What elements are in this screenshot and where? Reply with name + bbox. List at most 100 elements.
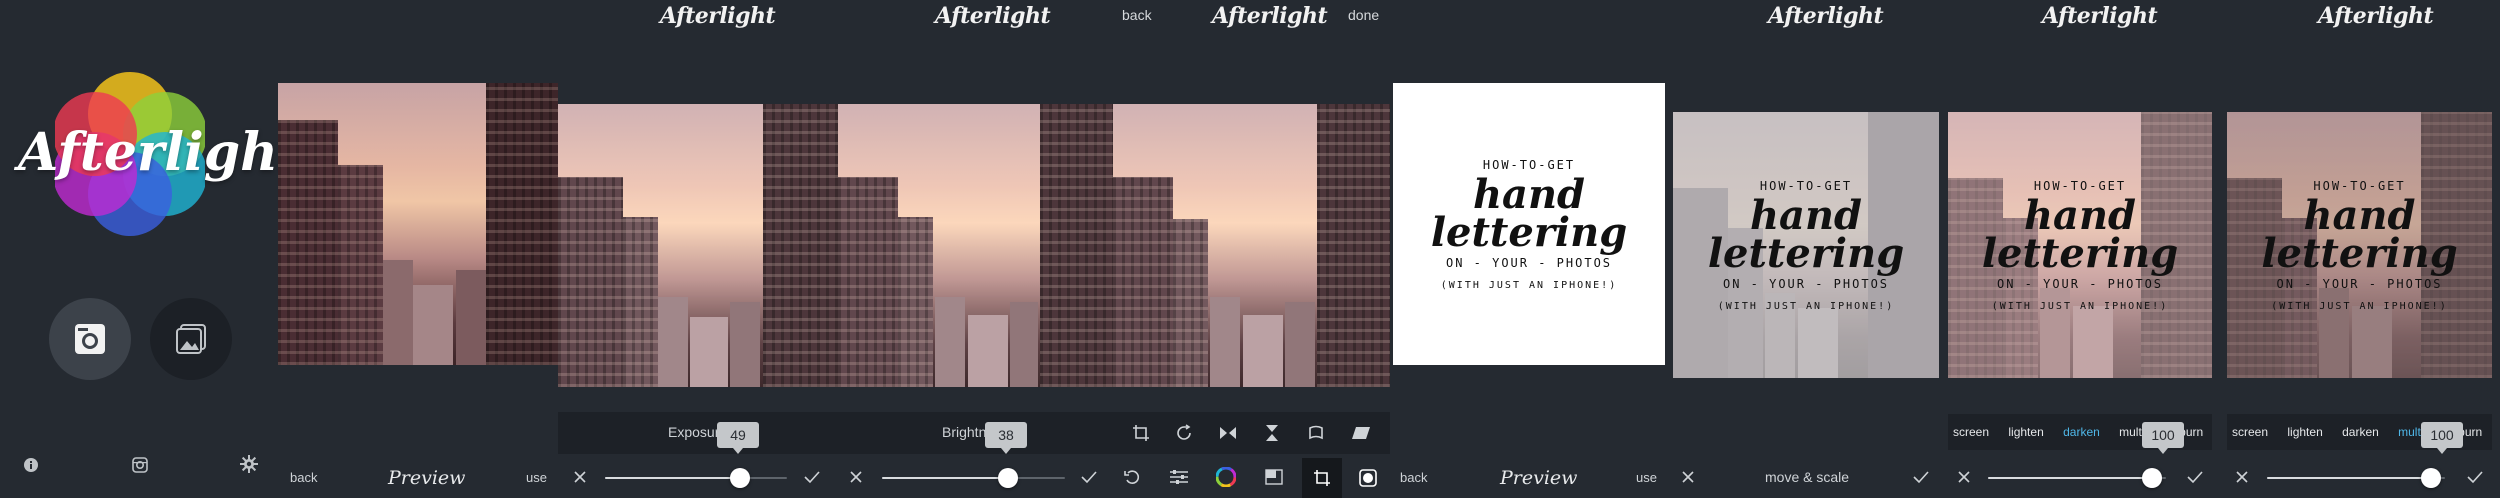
photo-transform — [1113, 104, 1390, 387]
back-button[interactable]: back — [1122, 7, 1152, 23]
opacity-slider-fill — [1988, 477, 2152, 479]
crop-tool-button[interactable] — [1131, 423, 1151, 443]
blend-mode-lighten[interactable]: lighten — [2008, 425, 2043, 439]
close-icon — [1958, 471, 1970, 483]
lettering-line-5: (WITH JUST AN IPHONE!) — [1717, 300, 1895, 312]
undo-icon — [1124, 470, 1140, 484]
done-button[interactable]: done — [1348, 7, 1379, 23]
photo-brightness — [838, 104, 1113, 387]
lettering-line-3: lettering — [1430, 208, 1628, 256]
lettering-line-5: (WITH JUST AN IPHONE!) — [2271, 300, 2448, 312]
transform-toolbar — [1113, 412, 1390, 454]
crop-icon — [1133, 425, 1149, 441]
opacity-slider-knob[interactable] — [2421, 468, 2441, 488]
photo-library-button[interactable] — [150, 298, 232, 380]
cancel-button[interactable] — [848, 469, 864, 485]
flip-horizontal-button[interactable] — [1218, 423, 1238, 443]
lettering-line-1: HOW-TO-GET — [2033, 178, 2127, 193]
info-button[interactable] — [22, 456, 40, 474]
opacity-slider-knob[interactable] — [2142, 468, 2162, 488]
use-button[interactable]: use — [1636, 470, 1657, 485]
info-icon — [24, 458, 38, 472]
close-icon — [574, 471, 586, 483]
photo-preview — [278, 83, 558, 365]
brightness-label: Brightness — [942, 424, 990, 440]
opacity-value-bubble: 100 — [2421, 422, 2463, 454]
perspective-icon — [1352, 427, 1370, 439]
lettering-line-3: lettering — [2261, 229, 2458, 277]
double-exposure-move-photo: HOW-TO-GET hand lettering ON - YOUR - PH… — [1673, 112, 1939, 378]
lettering-line-3: lettering — [1707, 229, 1905, 277]
frames-icon — [1265, 469, 1283, 485]
undo-button[interactable] — [1123, 468, 1141, 486]
app-title: Afterlight — [935, 3, 1051, 29]
double-exposure-button[interactable] — [1358, 468, 1378, 488]
settings-button[interactable] — [240, 455, 258, 473]
double-exposure-icon — [1359, 469, 1377, 487]
opacity-value-bubble: 100 — [2142, 422, 2184, 454]
blend-mode-screen[interactable]: screen — [2232, 425, 2268, 439]
lettering-line-1: HOW-TO-GET — [2313, 178, 2406, 193]
adjust-icon — [1170, 470, 1188, 484]
flip-vertical-icon — [1266, 425, 1278, 441]
lettering-line-2: hand — [1749, 191, 1863, 239]
preview-title: Preview — [388, 467, 466, 489]
lettering-line-3: lettering — [1981, 229, 2179, 277]
use-button[interactable]: use — [526, 470, 547, 485]
confirm-button[interactable] — [2466, 468, 2484, 486]
lettering-line-2: hand — [1472, 170, 1586, 218]
logo-wordmark: Afterlight — [18, 122, 302, 183]
lettering-line-2: hand — [2303, 191, 2416, 239]
crop-tab-button[interactable] — [1312, 468, 1332, 488]
lettering-line-4: ON - YOUR - PHOTOS — [2276, 276, 2443, 291]
exposure-slider-knob[interactable] — [730, 468, 750, 488]
brightness-slider-knob[interactable] — [998, 468, 1018, 488]
preview-title: Preview — [1500, 467, 1578, 489]
perspective-tool-button[interactable] — [1350, 423, 1372, 443]
filters-button[interactable] — [1216, 467, 1236, 487]
app-title: Afterlight — [2042, 3, 2158, 29]
confirm-button[interactable] — [1912, 468, 1930, 486]
back-button[interactable]: back — [1400, 470, 1427, 485]
checkmark-icon — [804, 471, 820, 484]
app-title: Afterlight — [660, 3, 776, 29]
lettering-line-4: ON - YOUR - PHOTOS — [1445, 255, 1613, 270]
checkmark-icon — [2467, 471, 2483, 484]
lettering-line-4: ON - YOUR - PHOTOS — [1722, 276, 1890, 291]
cancel-button[interactable] — [2234, 469, 2250, 485]
opacity-slider-fill — [2267, 477, 2431, 479]
rotate-tool-button[interactable] — [1174, 423, 1194, 443]
lettering-line-4: ON - YOUR - PHOTOS — [1996, 276, 2164, 291]
confirm-button[interactable] — [2186, 468, 2204, 486]
move-scale-label: move & scale — [1765, 469, 1850, 485]
confirm-button[interactable] — [1080, 468, 1098, 486]
blend-mode-screen[interactable]: screen — [1953, 425, 1989, 439]
back-button[interactable]: back — [290, 470, 317, 485]
double-exposure-darken-photo: HOW-TO-GET hand lettering ON - YOUR - PH… — [1948, 112, 2212, 378]
flip-vertical-button[interactable] — [1262, 423, 1282, 443]
photo-exposure — [558, 104, 838, 387]
close-icon — [850, 471, 862, 483]
frames-button[interactable] — [1264, 468, 1284, 486]
close-icon — [2236, 471, 2248, 483]
instagram-button[interactable] — [131, 456, 149, 474]
cancel-button[interactable] — [572, 469, 588, 485]
blend-mode-darken[interactable]: darken — [2063, 425, 2100, 439]
cancel-button[interactable] — [1956, 469, 1972, 485]
blend-mode-lighten[interactable]: lighten — [2287, 425, 2322, 439]
brightness-slider-fill — [882, 477, 1008, 479]
camera-button[interactable] — [49, 298, 131, 380]
adjust-button[interactable] — [1169, 468, 1189, 486]
lettering-line-5: (WITH JUST AN IPHONE!) — [1440, 279, 1618, 291]
exposure-slider-fill — [605, 477, 740, 479]
skew-tool-button[interactable] — [1306, 423, 1326, 443]
gear-icon — [240, 455, 258, 473]
confirm-button[interactable] — [803, 468, 821, 486]
blend-mode-darken[interactable]: darken — [2342, 425, 2379, 439]
instagram-icon — [132, 457, 148, 473]
cancel-button[interactable] — [1680, 469, 1696, 485]
close-icon — [1682, 471, 1694, 483]
checkmark-icon — [1913, 471, 1929, 484]
double-exposure-multiply-photo: HOW-TO-GET hand lettering ON - YOUR - PH… — [2227, 112, 2492, 378]
app-title: Afterlight — [1768, 3, 1884, 29]
